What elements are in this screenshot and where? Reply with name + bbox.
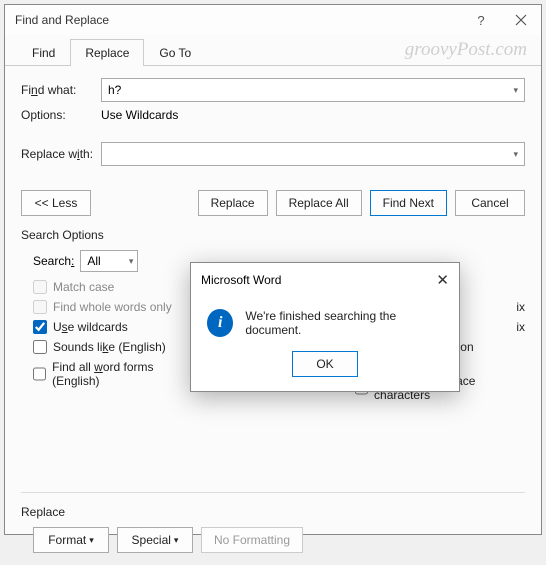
whole-words-checkbox: Find whole words only <box>33 300 195 314</box>
tab-find[interactable]: Find <box>17 39 70 66</box>
modal-ok-button[interactable]: OK <box>292 351 358 377</box>
window-title: Find and Replace <box>15 13 461 27</box>
modal-title-text: Microsoft Word <box>201 273 436 287</box>
no-formatting-button: No Formatting <box>201 527 303 553</box>
sounds-like-checkbox[interactable]: Sounds like (English) <box>33 340 195 354</box>
replace-button[interactable]: Replace <box>198 190 268 216</box>
findwhat-input[interactable]: h? ▾ <box>101 78 525 102</box>
word-forms-checkbox[interactable]: Find all word forms (English) <box>33 360 195 388</box>
watermark: groovyPost.com <box>405 39 527 61</box>
search-direction-value: All <box>87 254 100 268</box>
titlebar: Find and Replace ? <box>5 5 541 35</box>
replacewith-label: Replace with: <box>21 147 101 161</box>
replace-section-heading: Replace <box>21 505 525 519</box>
search-direction-label: Search: <box>33 254 74 268</box>
action-buttons: << Less Replace Replace All Find Next Ca… <box>21 190 525 216</box>
special-button[interactable]: Special▾ <box>117 527 193 553</box>
chevron-down-icon: ▾ <box>513 149 518 160</box>
modal-message: We're finished searching the document. <box>245 309 443 337</box>
options-value: Use Wildcards <box>101 108 178 122</box>
search-direction-select[interactable]: All ▾ <box>80 250 138 272</box>
format-button[interactable]: Format▾ <box>33 527 109 553</box>
match-case-checkbox: Match case <box>33 280 195 294</box>
replace-all-button[interactable]: Replace All <box>276 190 362 216</box>
help-button[interactable]: ? <box>461 5 501 35</box>
replace-section-buttons: Format▾ Special▾ No Formatting <box>33 527 525 553</box>
close-button[interactable] <box>501 5 541 35</box>
modal-close-icon[interactable]: ✕ <box>436 271 449 289</box>
window-buttons: ? <box>461 5 541 35</box>
tab-goto[interactable]: Go To <box>144 39 206 66</box>
search-options-heading: Search Options <box>21 228 525 242</box>
replacewith-input[interactable]: ▾ <box>101 142 525 166</box>
tab-replace[interactable]: Replace <box>70 39 144 66</box>
info-icon: i <box>207 309 233 337</box>
options-label: Options: <box>21 108 101 122</box>
use-wildcards-checkbox[interactable]: Use wildcards <box>33 320 195 334</box>
chevron-down-icon: ▾ <box>129 256 134 267</box>
find-next-button[interactable]: Find Next <box>370 190 447 216</box>
findwhat-value: h? <box>108 83 121 97</box>
info-modal: Microsoft Word ✕ i We're finished search… <box>190 262 460 392</box>
findwhat-label: Find what: <box>21 83 101 97</box>
chevron-down-icon: ▾ <box>513 85 518 96</box>
cancel-button[interactable]: Cancel <box>455 190 525 216</box>
divider <box>21 492 525 493</box>
less-button[interactable]: << Less <box>21 190 91 216</box>
modal-titlebar: Microsoft Word ✕ <box>191 263 459 297</box>
